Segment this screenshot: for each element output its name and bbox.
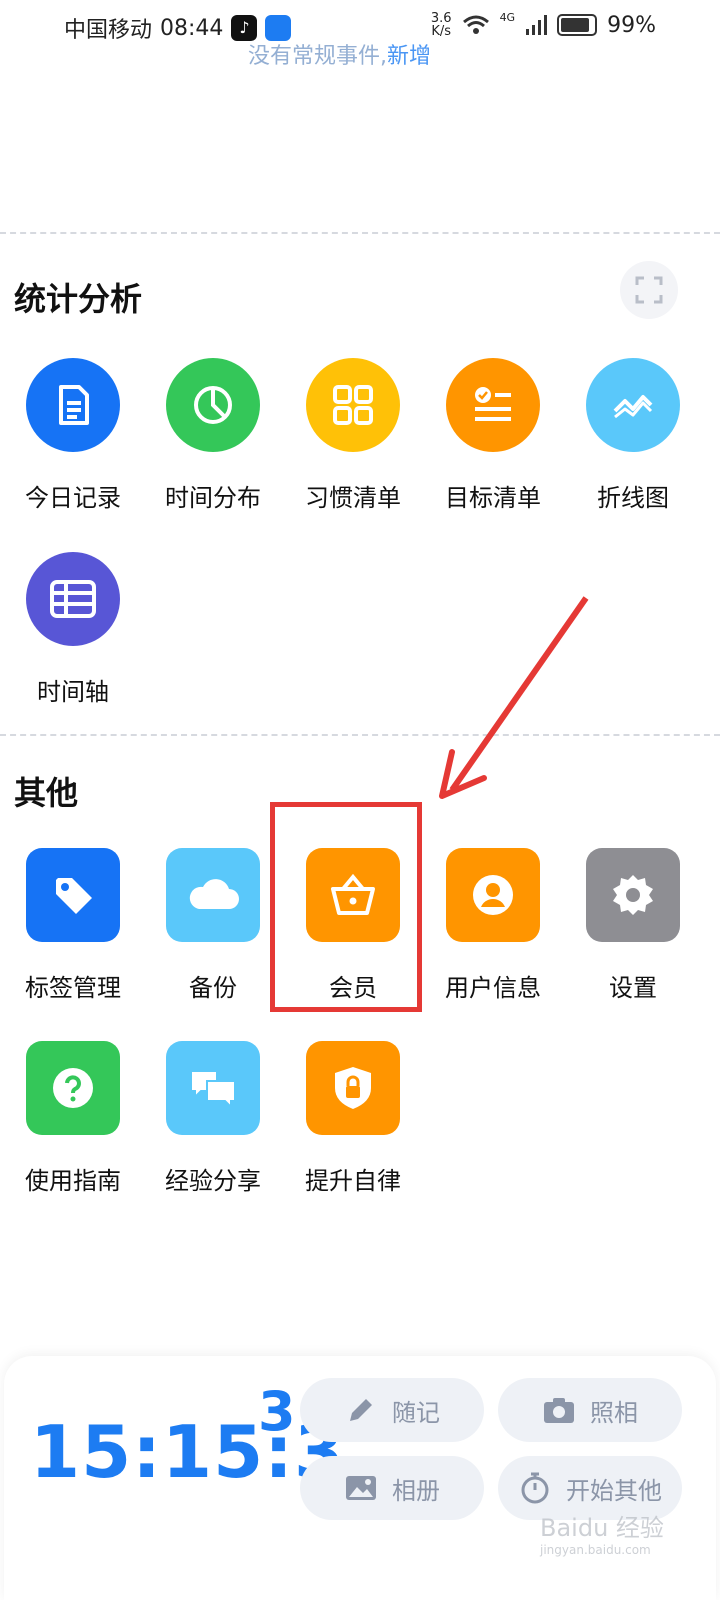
- stats-item-habit-list[interactable]: 习惯清单: [288, 358, 418, 513]
- other-item-user-guide[interactable]: 使用指南: [8, 1041, 138, 1196]
- baidu-watermark: Baidu 经验 jingyan.baidu.com: [540, 1508, 664, 1557]
- stats-item-today-record[interactable]: 今日记录: [8, 358, 138, 513]
- user-icon: [446, 848, 540, 942]
- stats-item-goal-list[interactable]: 目标清单: [428, 358, 558, 513]
- other-item-label: 使用指南: [25, 1167, 121, 1195]
- camera-label: 照相: [590, 1398, 638, 1427]
- tag-icon: [26, 848, 120, 942]
- stats-item-label: 时间分布: [165, 484, 261, 512]
- album-button[interactable]: 相册: [300, 1456, 484, 1520]
- camera-button[interactable]: 照相: [498, 1378, 682, 1442]
- fullscreen-icon: [635, 276, 663, 304]
- line-chart-icon: [586, 358, 680, 452]
- wifi-icon: [462, 15, 489, 34]
- watermark-sub: jingyan.baidu.com: [540, 1543, 651, 1557]
- pencil-icon: [350, 1399, 372, 1421]
- watermark-text: Baidu 经验: [540, 1514, 664, 1542]
- other-item-self-discipline[interactable]: 提升自律: [288, 1041, 418, 1196]
- highlight-box: [270, 802, 422, 1012]
- other-item-label: 提升自律: [305, 1167, 401, 1195]
- stats-section-title: 统计分析: [14, 280, 143, 318]
- no-events-hint: 没有常规事件,新增: [248, 38, 431, 70]
- stats-item-label: 今日记录: [25, 484, 121, 512]
- status-time: 08:44: [160, 15, 224, 41]
- stopwatch-icon: [521, 1472, 549, 1504]
- other-item-label: 备份: [189, 974, 237, 1002]
- carrier-label: 中国移动: [64, 18, 153, 43]
- net-speed: 3.6 K/s: [431, 12, 452, 38]
- pie-chart-icon: [166, 358, 260, 452]
- stats-item-label: 习惯清单: [305, 484, 401, 512]
- other-item-user-info[interactable]: 用户信息: [428, 848, 558, 1003]
- checklist-icon: [446, 358, 540, 452]
- other-item-backup[interactable]: 备份: [148, 848, 278, 1003]
- battery-level: 99%: [607, 12, 656, 38]
- document-icon: [26, 358, 120, 452]
- stats-item-label: 时间轴: [37, 678, 109, 706]
- stats-item-line-chart[interactable]: 折线图: [568, 358, 698, 513]
- quick-note-label: 随记: [392, 1398, 440, 1427]
- stats-item-timeline[interactable]: 时间轴: [8, 552, 138, 707]
- current-time-clock: 15:15:3: [30, 1410, 346, 1494]
- album-label: 相册: [392, 1476, 440, 1505]
- other-section-title: 其他: [14, 774, 79, 812]
- net-speed-unit: K/s: [431, 24, 452, 39]
- battery-icon: [557, 14, 598, 36]
- other-item-label: 用户信息: [445, 974, 541, 1002]
- gear-icon: [586, 848, 680, 942]
- grid-icon: [306, 358, 400, 452]
- shield-lock-icon: [306, 1041, 400, 1135]
- start-other-label: 开始其他: [566, 1476, 662, 1505]
- table-icon: [26, 552, 120, 646]
- image-icon: [346, 1476, 376, 1500]
- network-type: 4G: [499, 10, 516, 24]
- chat-icon: [166, 1041, 260, 1135]
- other-item-experience-share[interactable]: 经验分享: [148, 1041, 278, 1196]
- section-divider: [0, 734, 720, 736]
- stats-item-label: 目标清单: [445, 484, 541, 512]
- add-event-link[interactable]: 新增: [387, 44, 431, 69]
- other-item-label: 标签管理: [25, 974, 121, 1002]
- stats-item-label: 折线图: [597, 484, 669, 512]
- fullscreen-button[interactable]: [620, 261, 678, 319]
- status-right: 3.6 K/s 4G 99%: [431, 10, 656, 39]
- help-icon: [26, 1041, 120, 1135]
- camera-icon: [544, 1398, 574, 1423]
- other-item-label: 设置: [609, 974, 657, 1002]
- quick-note-button[interactable]: 随记: [300, 1378, 484, 1442]
- signal-icon: [526, 15, 548, 35]
- cloud-icon: [166, 848, 260, 942]
- other-item-tag-management[interactable]: 标签管理: [8, 848, 138, 1003]
- section-divider: [0, 232, 720, 234]
- no-events-text: 没有常规事件,: [248, 44, 387, 69]
- stats-item-time-distribution[interactable]: 时间分布: [148, 358, 278, 513]
- other-item-label: 经验分享: [165, 1167, 261, 1195]
- clock-seconds-digit: 3: [258, 1380, 296, 1443]
- other-item-settings[interactable]: 设置: [568, 848, 698, 1003]
